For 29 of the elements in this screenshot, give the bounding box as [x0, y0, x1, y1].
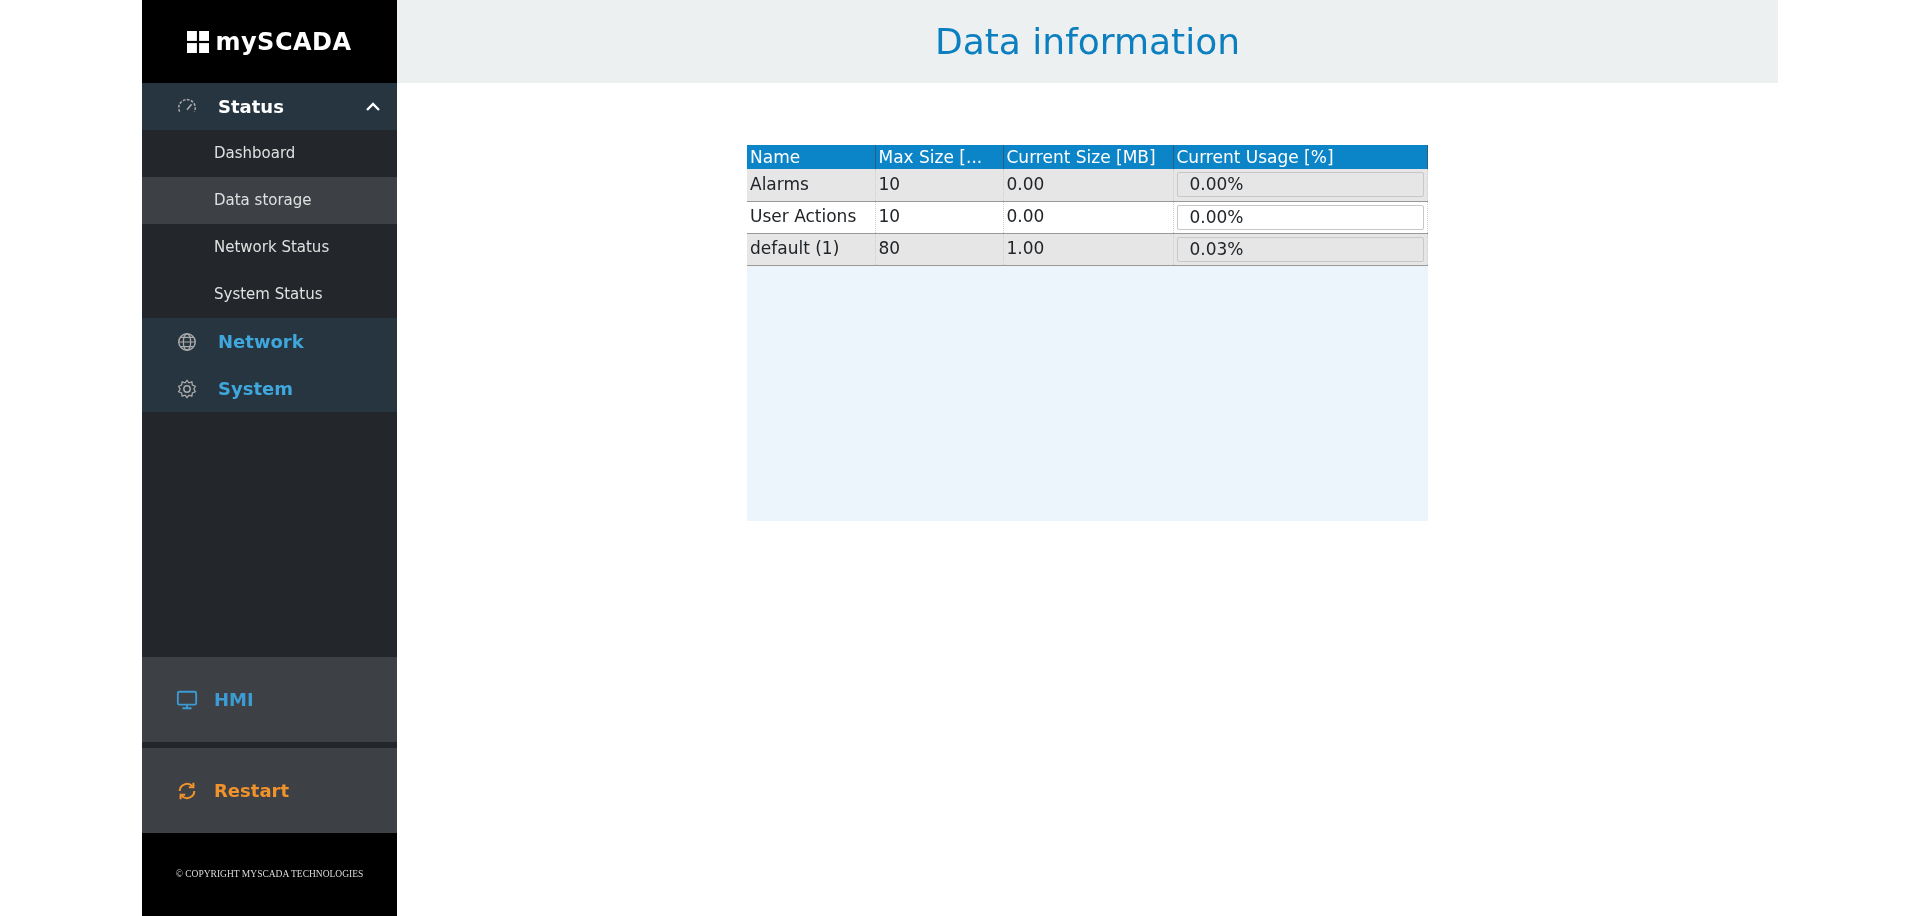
copyright-text: © COPYRIGHT MYSCADA TECHNOLOGIES: [142, 833, 397, 916]
nav-group-item[interactable]: System: [142, 365, 397, 412]
table-cell: Alarms: [747, 169, 875, 201]
nav-group-item[interactable]: Network: [142, 318, 397, 365]
nav-sub-item[interactable]: Data storage: [142, 177, 397, 224]
column-header[interactable]: Max Size [...: [875, 145, 1003, 169]
column-header[interactable]: Name: [747, 145, 875, 169]
table-cell: 10: [875, 169, 1003, 201]
gear-icon: [176, 377, 198, 400]
logo-icon: [187, 30, 210, 53]
column-header[interactable]: Current Size [MB]: [1003, 145, 1173, 169]
nav-group-item[interactable]: Status: [142, 83, 397, 130]
table-cell: 0.00: [1003, 169, 1173, 201]
usage-bar: 0.00%: [1176, 204, 1424, 230]
column-header[interactable]: Current Usage [%]: [1173, 145, 1428, 169]
table-cell: 10: [875, 201, 1003, 233]
table-cell: default (1): [747, 233, 875, 265]
page-title: Data information: [934, 19, 1241, 64]
globe-icon: [176, 330, 198, 353]
usage-bar: 0.03%: [1176, 236, 1424, 262]
logo-text: mySCADA: [215, 26, 352, 58]
sidebar-action[interactable]: HMI: [142, 657, 397, 742]
table-cell: 1.00: [1003, 233, 1173, 265]
monitor-icon: [176, 688, 198, 711]
sidebar-action[interactable]: Restart: [142, 748, 397, 833]
table-cell: 0.00: [1003, 201, 1173, 233]
table-cell: User Actions: [747, 201, 875, 233]
usage-bar: 0.00%: [1176, 172, 1424, 198]
table-cell: 80: [875, 233, 1003, 265]
